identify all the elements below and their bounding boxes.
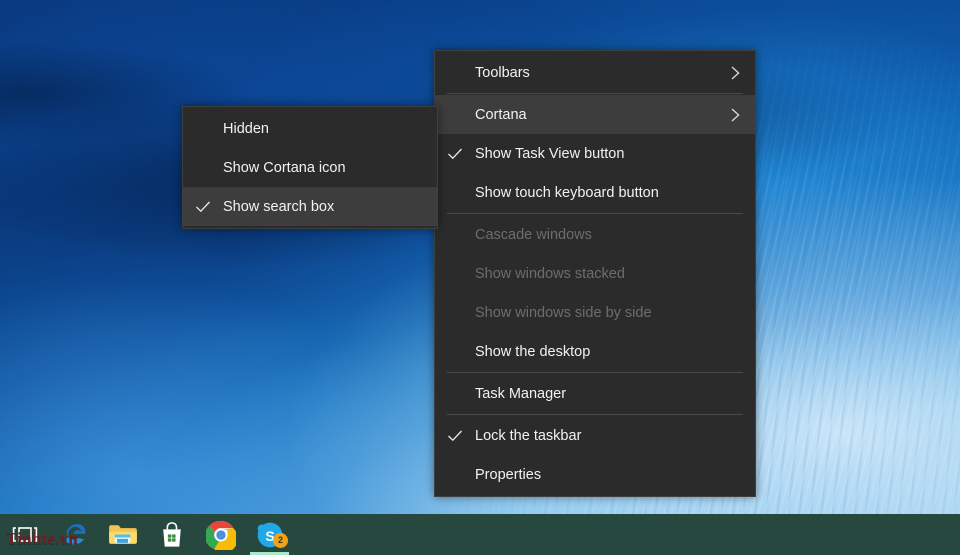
submenu-item-label: Hidden [223,120,269,137]
taskbar-item-chrome[interactable] [196,514,245,555]
menu-item-label: Cortana [475,106,527,123]
menu-item-label: Lock the taskbar [475,427,582,444]
check-icon [435,429,475,443]
menu-separator [447,414,743,415]
menu-item-properties[interactable]: Properties [435,455,755,494]
site-watermark: Tinhte.vn [6,529,78,548]
menu-item-cortana[interactable]: Cortana [435,95,755,134]
menu-item-toolbars[interactable]: Toolbars [435,53,755,92]
menu-item-label: Toolbars [475,64,530,81]
chrome-icon [205,520,236,550]
menu-item-label: Show windows stacked [475,265,625,282]
cortana-submenu[interactable]: Hidden Show Cortana icon Show search box [182,106,438,229]
menu-item-label: Properties [475,466,542,483]
submenu-item-label: Show Cortana icon [223,159,346,176]
menu-item-label: Show Task View button [475,145,625,162]
menu-item-label: Task Manager [475,385,567,402]
chevron-right-icon [720,107,741,123]
menu-item-show-touch-keyboard-button[interactable]: Show touch keyboard button [435,173,755,212]
menu-item-show-windows-stacked: Show windows stacked [435,254,755,293]
menu-item-label: Show touch keyboard button [475,184,659,201]
menu-item-label: Show windows side by side [475,304,652,321]
desktop-screen: S 2 Tinhte.vn Toolbars Cortana Show Task… [0,0,960,555]
skype-unread-badge: 2 [273,533,288,548]
check-icon [435,147,475,161]
menu-item-show-windows-side-by-side: Show windows side by side [435,293,755,332]
chevron-right-icon [720,65,741,81]
folder-icon [108,523,138,547]
menu-item-label: Cascade windows [475,226,592,243]
check-icon [183,200,223,214]
menu-item-show-the-desktop[interactable]: Show the desktop [435,332,755,371]
submenu-item-show-search-box[interactable]: Show search box [183,187,437,226]
menu-item-lock-the-taskbar[interactable]: Lock the taskbar [435,416,755,455]
menu-separator [447,372,743,373]
menu-item-label: Show the desktop [475,343,591,360]
submenu-item-show-cortana-icon[interactable]: Show Cortana icon [183,148,437,187]
taskbar-context-menu[interactable]: Toolbars Cortana Show Task View button S… [434,50,756,497]
submenu-item-hidden[interactable]: Hidden [183,109,437,148]
menu-separator [447,93,743,94]
menu-item-show-task-view-button[interactable]: Show Task View button [435,134,755,173]
store-bag-icon [159,521,185,549]
submenu-item-label: Show search box [223,198,335,215]
taskbar-item-skype[interactable]: S 2 [245,514,294,555]
menu-item-cascade-windows: Cascade windows [435,215,755,254]
taskbar-item-file-explorer[interactable] [98,514,147,555]
taskbar-item-store[interactable] [147,514,196,555]
menu-item-task-manager[interactable]: Task Manager [435,374,755,413]
taskbar[interactable]: S 2 [0,514,960,555]
menu-separator [447,213,743,214]
